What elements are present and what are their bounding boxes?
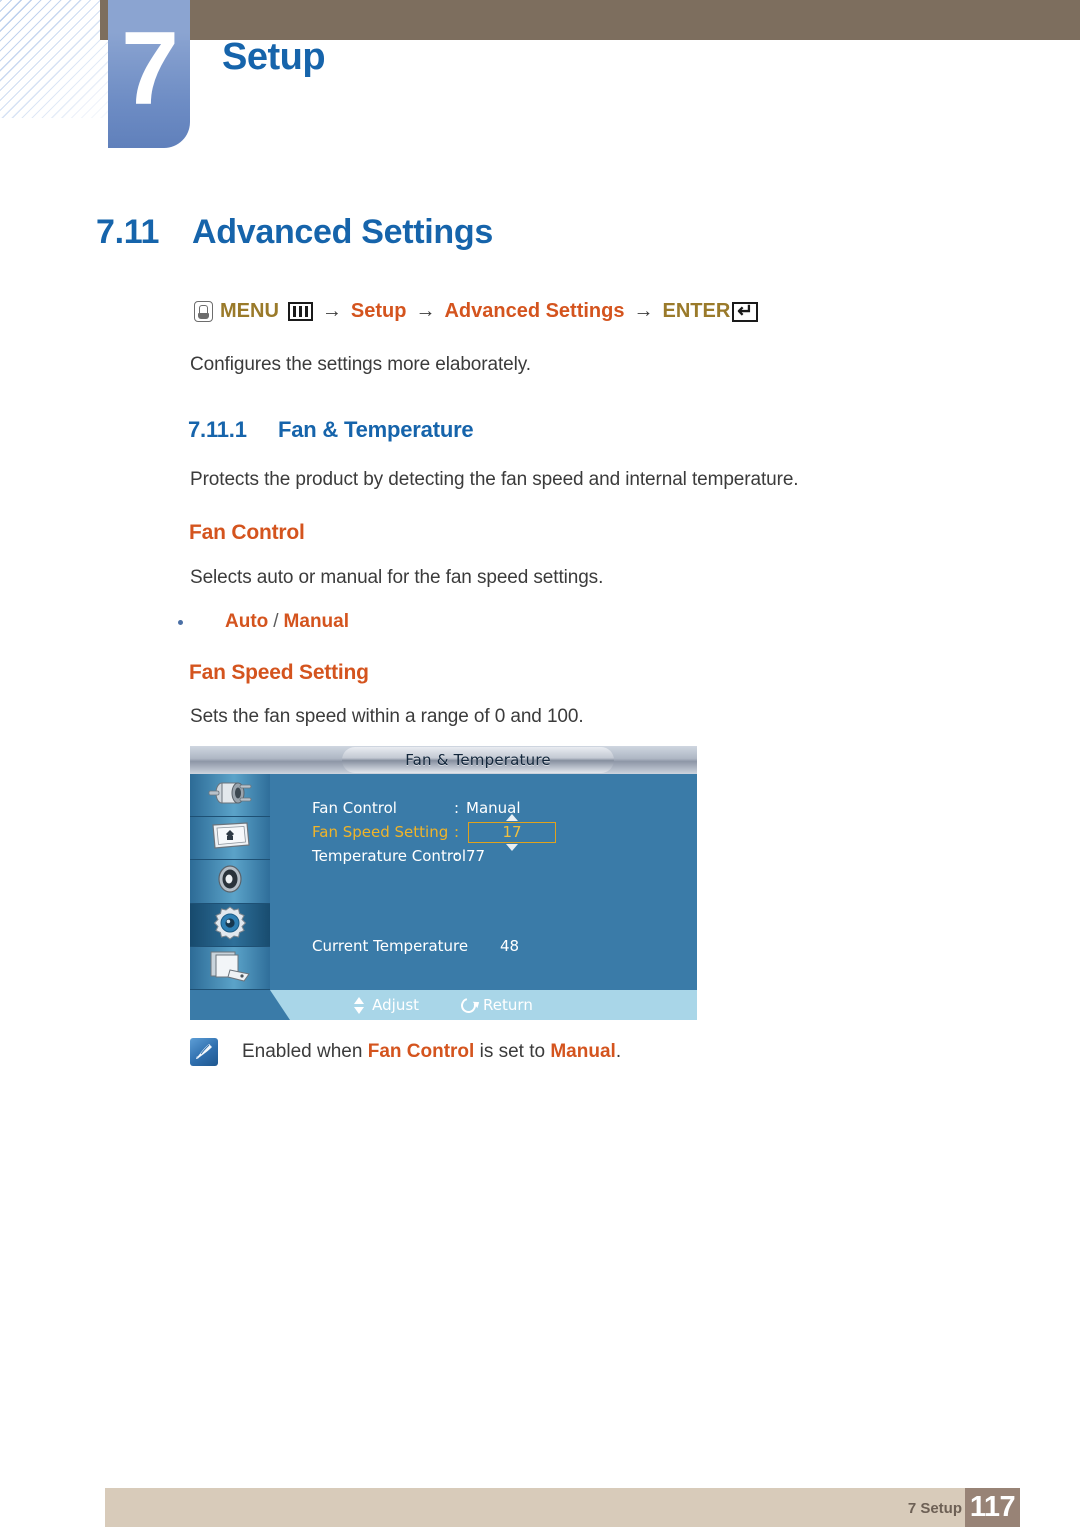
osd-body: Fan Control : Manual Fan Speed Setting :… [190, 774, 697, 990]
fan-speed-setting-description: Sets the fan speed within a range of 0 a… [190, 706, 584, 727]
osd-screenshot: Fan & Temperature Fan Control: Manual F… [190, 746, 697, 1020]
note-text: Enabled when Fan Control is set to Manua… [242, 1041, 621, 1063]
breadcrumb-step-setup: Setup [350, 300, 407, 322]
chapter-title: Setup [222, 36, 326, 78]
menu-path-breadcrumb: MENU → Setup → Advanced Settings → ENTER [194, 300, 759, 323]
breadcrumb-arrow-1: → [321, 300, 342, 322]
multi-control-icon [208, 950, 252, 986]
bullet-dot-icon [178, 619, 183, 625]
fan-control-description: Selects auto or manual for the fan speed… [190, 567, 604, 588]
osd-label-fan-control: Fan Control [312, 799, 397, 817]
breadcrumb-menu-label: MENU [220, 300, 279, 322]
osd-sidebar-item-input[interactable] [190, 774, 270, 818]
subsection-heading: 7.11.1 Fan & Temperature [188, 417, 474, 443]
subsection-description: Protects the product by detecting the fa… [190, 469, 799, 490]
subsection-number: 7.11.1 [188, 417, 247, 442]
picture-display-icon [209, 821, 251, 855]
osd-sidebar-item-picture[interactable] [190, 817, 270, 861]
hand-press-icon [194, 301, 213, 322]
osd-colon-1: : [454, 799, 460, 817]
note-middle: is set to [474, 1041, 551, 1062]
osd-footer-bar: Adjust Return [190, 990, 697, 1020]
option-separator: / [273, 611, 279, 632]
page-number: 117 [965, 1488, 1020, 1527]
option-auto: Auto [225, 611, 269, 632]
return-arrow-icon [458, 994, 479, 1016]
osd-hint-return[interactable]: Return [458, 994, 533, 1016]
section-heading: 7.11 Advanced Settings [96, 213, 493, 252]
osd-colon-2: : [454, 823, 460, 841]
osd-label-temperature-control: Temperature Control [312, 847, 467, 865]
breadcrumb-arrow-2: → [415, 300, 436, 322]
breadcrumb-arrow-3: → [633, 300, 654, 322]
setup-gear-icon [213, 906, 247, 944]
section-number: 7.11 [96, 213, 160, 251]
fan-control-heading: Fan Control [189, 521, 305, 544]
osd-footer-hints: Adjust Return [190, 990, 697, 1020]
stepper-up-arrow-icon[interactable] [506, 813, 518, 821]
osd-sidebar [190, 774, 270, 990]
osd-value-temperature-control: 77 [466, 847, 486, 865]
osd-hint-adjust[interactable]: Adjust [354, 996, 419, 1014]
osd-colon-3: : [454, 847, 460, 865]
decorative-hatch-pattern [0, 0, 112, 118]
osd-sidebar-item-setup[interactable] [190, 903, 270, 947]
footer-chapter-label: 7 Setup [907, 1500, 962, 1517]
menu-bars-icon [287, 302, 313, 321]
option-manual: Manual [283, 611, 349, 632]
section-title: Advanced Settings [192, 213, 493, 251]
intro-paragraph: Configures the settings more elaborately… [190, 354, 531, 375]
osd-row-temperature-control[interactable]: Temperature Control : 77 [312, 844, 697, 868]
note-highlight-fan-control: Fan Control [367, 1041, 475, 1062]
osd-hint-adjust-label: Adjust [372, 996, 420, 1014]
subsection-title: Fan & Temperature [278, 417, 474, 442]
osd-row-fan-control[interactable]: Fan Control : Manual [312, 796, 697, 820]
osd-label-current-temperature: Current Temperature [312, 937, 469, 955]
osd-row-current-temperature: Current Temperature 48 [312, 934, 697, 958]
osd-value-fan-speed: 17 [502, 823, 522, 841]
fan-speed-setting-heading: Fan Speed Setting [189, 661, 369, 684]
osd-value-current-temperature: 48 [500, 937, 520, 955]
note-suffix: . [615, 1041, 622, 1062]
breadcrumb-enter-label: ENTER [662, 300, 731, 322]
note-highlight-manual: Manual [550, 1041, 616, 1062]
osd-label-fan-speed-setting: Fan Speed Setting [312, 823, 449, 841]
fan-control-options: Auto / Manual [178, 611, 349, 633]
osd-row-fan-speed-setting[interactable]: Fan Speed Setting : 17 [312, 813, 697, 851]
osd-sidebar-item-multi-control[interactable] [190, 947, 270, 990]
header-brown-bar [100, 0, 1080, 40]
osd-sidebar-item-sound[interactable] [190, 860, 270, 904]
osd-menu-items: Fan Control : Manual Fan Speed Setting :… [270, 774, 697, 990]
osd-value-stepper-fan-speed[interactable]: 17 [468, 813, 556, 851]
sound-speaker-icon [214, 864, 246, 898]
note-block: Enabled when Fan Control is set to Manua… [190, 1038, 621, 1066]
breadcrumb-step-advanced-settings: Advanced Settings [444, 300, 625, 322]
osd-title: Fan & Temperature [342, 747, 614, 773]
osd-title-bar: Fan & Temperature [190, 746, 697, 774]
note-prefix: Enabled when [242, 1041, 368, 1062]
osd-hint-return-label: Return [483, 996, 533, 1014]
enter-key-icon [732, 300, 759, 323]
chapter-number: 7 [121, 11, 179, 127]
up-down-arrows-icon [354, 996, 365, 1014]
note-pen-icon [190, 1038, 218, 1066]
page-footer-bar [105, 1488, 1020, 1527]
input-plug-icon [207, 780, 253, 810]
